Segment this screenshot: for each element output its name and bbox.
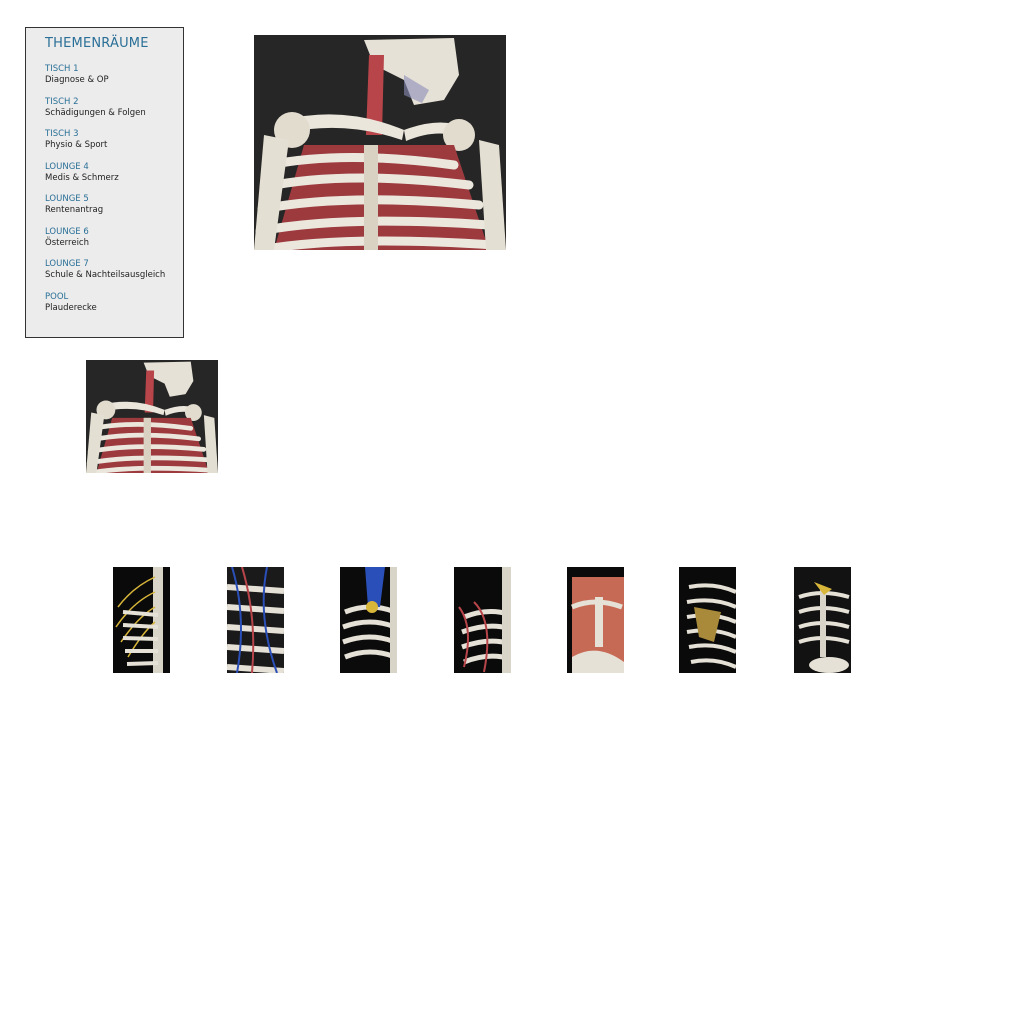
room-desc[interactable]: Medis & Schmerz: [45, 173, 183, 184]
room-name[interactable]: TISCH 2: [45, 97, 183, 108]
anatomy-thumbnail: [567, 567, 624, 673]
room-desc[interactable]: Diagnose & OP: [45, 75, 183, 86]
room-item-tisch-1[interactable]: TISCH 1 Diagnose & OP: [45, 64, 183, 97]
room-desc[interactable]: Schädigungen & Folgen: [45, 108, 183, 119]
thumbnail-chest-muscles[interactable]: [567, 567, 624, 673]
anatomy-thumbnail: [340, 567, 397, 673]
room-name[interactable]: LOUNGE 6: [45, 227, 183, 238]
thumbnail-ribcage-vessels[interactable]: [227, 567, 284, 673]
room-item-tisch-2[interactable]: TISCH 2 Schädigungen & Folgen: [45, 97, 183, 130]
room-item-lounge-5[interactable]: LOUNGE 5 Rentenantrag: [45, 194, 183, 227]
room-name[interactable]: LOUNGE 4: [45, 162, 183, 173]
thumbnail-spine-nerves[interactable]: [113, 567, 170, 673]
room-name[interactable]: LOUNGE 5: [45, 194, 183, 205]
room-item-lounge-4[interactable]: LOUNGE 4 Medis & Schmerz: [45, 162, 183, 195]
skeleton-ct-image-medium: [86, 360, 218, 473]
thumbnail-ribcage-scapula[interactable]: [679, 567, 736, 673]
anatomy-thumbnail: [679, 567, 736, 673]
skeleton-illustration: [254, 35, 506, 250]
anatomy-thumbnail: [454, 567, 511, 673]
room-item-tisch-3[interactable]: TISCH 3 Physio & Sport: [45, 129, 183, 162]
thumbnail-ribcage-vessels-nerves[interactable]: [340, 567, 397, 673]
thumbnail-ribcage-skeleton[interactable]: [794, 567, 851, 673]
room-item-pool[interactable]: POOL Plauderecke: [45, 292, 183, 325]
room-item-lounge-7[interactable]: LOUNGE 7 Schule & Nachteilsausgleich: [45, 259, 183, 292]
room-item-lounge-6[interactable]: LOUNGE 6 Österreich: [45, 227, 183, 260]
skeleton-ct-image-large: [254, 35, 506, 250]
room-desc[interactable]: Schule & Nachteilsausgleich: [45, 270, 183, 281]
skeleton-illustration: [86, 360, 218, 473]
thumbnail-ribcage-arteries[interactable]: [454, 567, 511, 673]
room-desc[interactable]: Physio & Sport: [45, 140, 183, 151]
room-name[interactable]: LOUNGE 7: [45, 259, 183, 270]
room-desc[interactable]: Rentenantrag: [45, 205, 183, 216]
anatomy-thumbnail: [227, 567, 284, 673]
sidebar-title: THEMENRÄUME: [45, 36, 149, 51]
room-name[interactable]: TISCH 3: [45, 129, 183, 140]
room-desc[interactable]: Plauderecke: [45, 303, 183, 314]
page: THEMENRÄUME TISCH 1 Diagnose & OP TISCH …: [0, 0, 1024, 1024]
room-name[interactable]: POOL: [45, 292, 183, 303]
room-name[interactable]: TISCH 1: [45, 64, 183, 75]
anatomy-thumbnail: [794, 567, 851, 673]
themenraeume-sidebar: THEMENRÄUME TISCH 1 Diagnose & OP TISCH …: [25, 27, 184, 338]
room-desc[interactable]: Österreich: [45, 238, 183, 249]
anatomy-thumbnail: [113, 567, 170, 673]
